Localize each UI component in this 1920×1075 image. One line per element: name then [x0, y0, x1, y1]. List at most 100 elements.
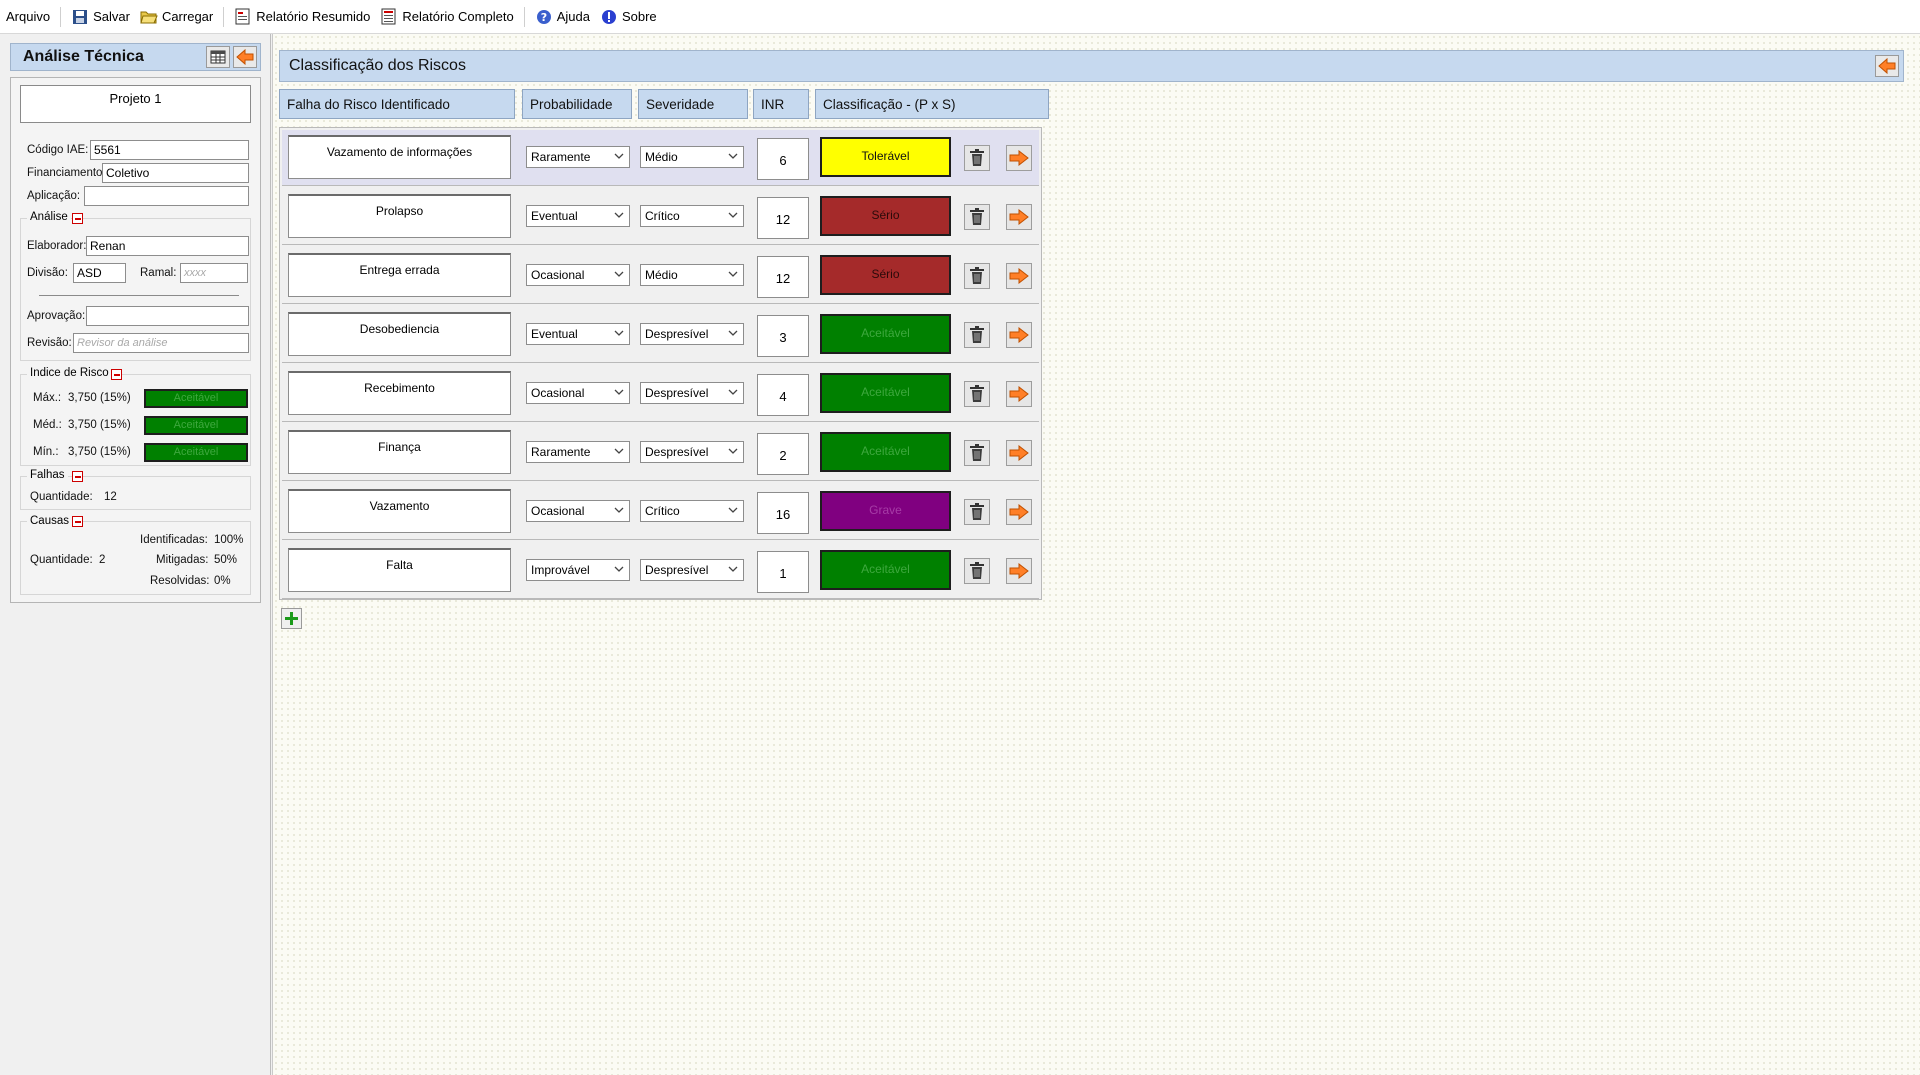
indice-title: Indice de Risco — [27, 367, 112, 379]
trash-icon — [970, 385, 984, 402]
collapse-falhas-button[interactable] — [72, 471, 83, 482]
falhas-quantidade-label: Quantidade: — [30, 491, 93, 503]
open-row-button[interactable] — [1006, 558, 1032, 584]
risk-failure-field[interactable]: Prolapso — [288, 194, 511, 238]
aprovacao-input[interactable] — [86, 306, 249, 326]
severity-select[interactable]: Despresível — [640, 559, 744, 581]
risk-failure-field[interactable]: Desobediencia — [288, 312, 511, 356]
table-icon — [210, 50, 226, 64]
probability-select[interactable]: Raramente — [526, 146, 630, 168]
risk-failure-field[interactable]: Recebimento — [288, 371, 511, 415]
inr-value: 16 — [757, 492, 809, 534]
probability-select[interactable]: Raramente — [526, 441, 630, 463]
min-value: 3,750 (15%) — [68, 446, 131, 458]
inr-value: 1 — [757, 551, 809, 593]
collapse-analise-button[interactable] — [72, 213, 83, 224]
column-header-probabilidade: Probabilidade — [522, 89, 632, 119]
delete-row-button[interactable] — [964, 322, 990, 348]
menu-salvar[interactable]: Salvar — [71, 8, 130, 26]
probability-select[interactable]: Ocasional — [526, 500, 630, 522]
inr-value: 2 — [757, 433, 809, 475]
classification-badge: Aceitável — [820, 314, 951, 354]
risk-failure-field[interactable]: Vazamento de informações — [288, 135, 511, 179]
open-row-button[interactable] — [1006, 204, 1032, 230]
collapse-left-button[interactable] — [233, 46, 257, 68]
open-row-button[interactable] — [1006, 440, 1032, 466]
resolvidas-value: 0% — [214, 575, 231, 587]
analise-title: Análise — [27, 211, 71, 223]
delete-row-button[interactable] — [964, 145, 990, 171]
menu-sobre[interactable]: Sobre — [600, 8, 657, 26]
chevron-down-icon — [728, 271, 738, 277]
severity-select[interactable]: Crítico — [640, 205, 744, 227]
severity-select[interactable]: Despresível — [640, 382, 744, 404]
left-panel: Análise Técnica Projeto 1 Código IAE: 55… — [0, 34, 271, 1075]
aplicacao-input[interactable] — [84, 186, 249, 206]
delete-row-button[interactable] — [964, 558, 990, 584]
severity-value: Despresível — [645, 563, 709, 577]
open-row-button[interactable] — [1006, 322, 1032, 348]
severity-select[interactable]: Despresível — [640, 323, 744, 345]
menu-arquivo[interactable]: Arquivo — [6, 9, 50, 24]
probability-select[interactable]: Ocasional — [526, 382, 630, 404]
menu-carregar[interactable]: Carregar — [140, 8, 213, 26]
add-risk-button[interactable] — [281, 608, 302, 629]
trash-icon — [970, 326, 984, 343]
open-row-button[interactable] — [1006, 263, 1032, 289]
severity-select[interactable]: Médio — [640, 146, 744, 168]
trash-icon — [970, 208, 984, 225]
risk-failure-field[interactable]: Vazamento — [288, 489, 511, 533]
codigo-input[interactable]: 5561 — [90, 140, 249, 160]
collapse-indice-button[interactable] — [111, 369, 122, 380]
identificadas-label: Identificadas: — [140, 534, 208, 546]
project-name-box[interactable]: Projeto 1 — [20, 85, 251, 123]
delete-row-button[interactable] — [964, 499, 990, 525]
divisao-input[interactable]: ASD — [73, 263, 126, 283]
inr-value: 6 — [757, 138, 809, 180]
severity-value: Médio — [645, 150, 678, 164]
inr-value: 4 — [757, 374, 809, 416]
risk-failure-field[interactable]: Falta — [288, 548, 511, 592]
save-icon — [71, 8, 89, 26]
open-row-button[interactable] — [1006, 381, 1032, 407]
column-header-classificacao: Classificação - (P x S) — [815, 89, 1049, 119]
collapse-main-button[interactable] — [1875, 55, 1899, 77]
financiamento-input[interactable]: Coletivo — [102, 163, 249, 183]
open-row-button[interactable] — [1006, 145, 1032, 171]
trash-icon — [970, 444, 984, 461]
severity-select[interactable]: Médio — [640, 264, 744, 286]
trash-icon — [970, 267, 984, 284]
risk-failure-field[interactable]: Finança — [288, 430, 511, 474]
menu-separator — [523, 6, 525, 27]
severity-select[interactable]: Crítico — [640, 500, 744, 522]
menu-ajuda[interactable]: ? Ajuda — [535, 8, 590, 26]
probability-select[interactable]: Eventual — [526, 323, 630, 345]
delete-row-button[interactable] — [964, 381, 990, 407]
risk-failure-field[interactable]: Entrega errada — [288, 253, 511, 297]
elaborador-input[interactable]: Renan — [86, 236, 249, 256]
column-header-severidade: Severidade — [638, 89, 748, 119]
probability-select[interactable]: Improvável — [526, 559, 630, 581]
report-full-icon — [380, 8, 398, 26]
table-view-button[interactable] — [206, 46, 230, 68]
delete-row-button[interactable] — [964, 263, 990, 289]
svg-text:?: ? — [540, 11, 546, 24]
revisao-input[interactable]: Revisor da análise — [73, 333, 249, 353]
menu-relatorio-resumido[interactable]: Relatório Resumido — [234, 8, 370, 26]
probability-select[interactable]: Ocasional — [526, 264, 630, 286]
delete-row-button[interactable] — [964, 440, 990, 466]
probability-value: Eventual — [531, 209, 578, 223]
open-row-button[interactable] — [1006, 499, 1032, 525]
severity-select[interactable]: Despresível — [640, 441, 744, 463]
menu-relatorio-completo[interactable]: Relatório Completo — [380, 8, 514, 26]
risk-table: Vazamento de informações Raramente Médio 6 T… — [279, 127, 1042, 600]
classification-badge: Sério — [820, 255, 951, 295]
causas-quantidade-value: 2 — [99, 554, 106, 566]
collapse-causas-button[interactable] — [72, 516, 83, 527]
probability-select[interactable]: Eventual — [526, 205, 630, 227]
ramal-input[interactable]: xxxx — [180, 263, 248, 283]
chevron-down-icon — [728, 389, 738, 395]
classification-badge: Aceitável — [820, 550, 951, 590]
arrow-right-icon — [1009, 150, 1029, 166]
delete-row-button[interactable] — [964, 204, 990, 230]
